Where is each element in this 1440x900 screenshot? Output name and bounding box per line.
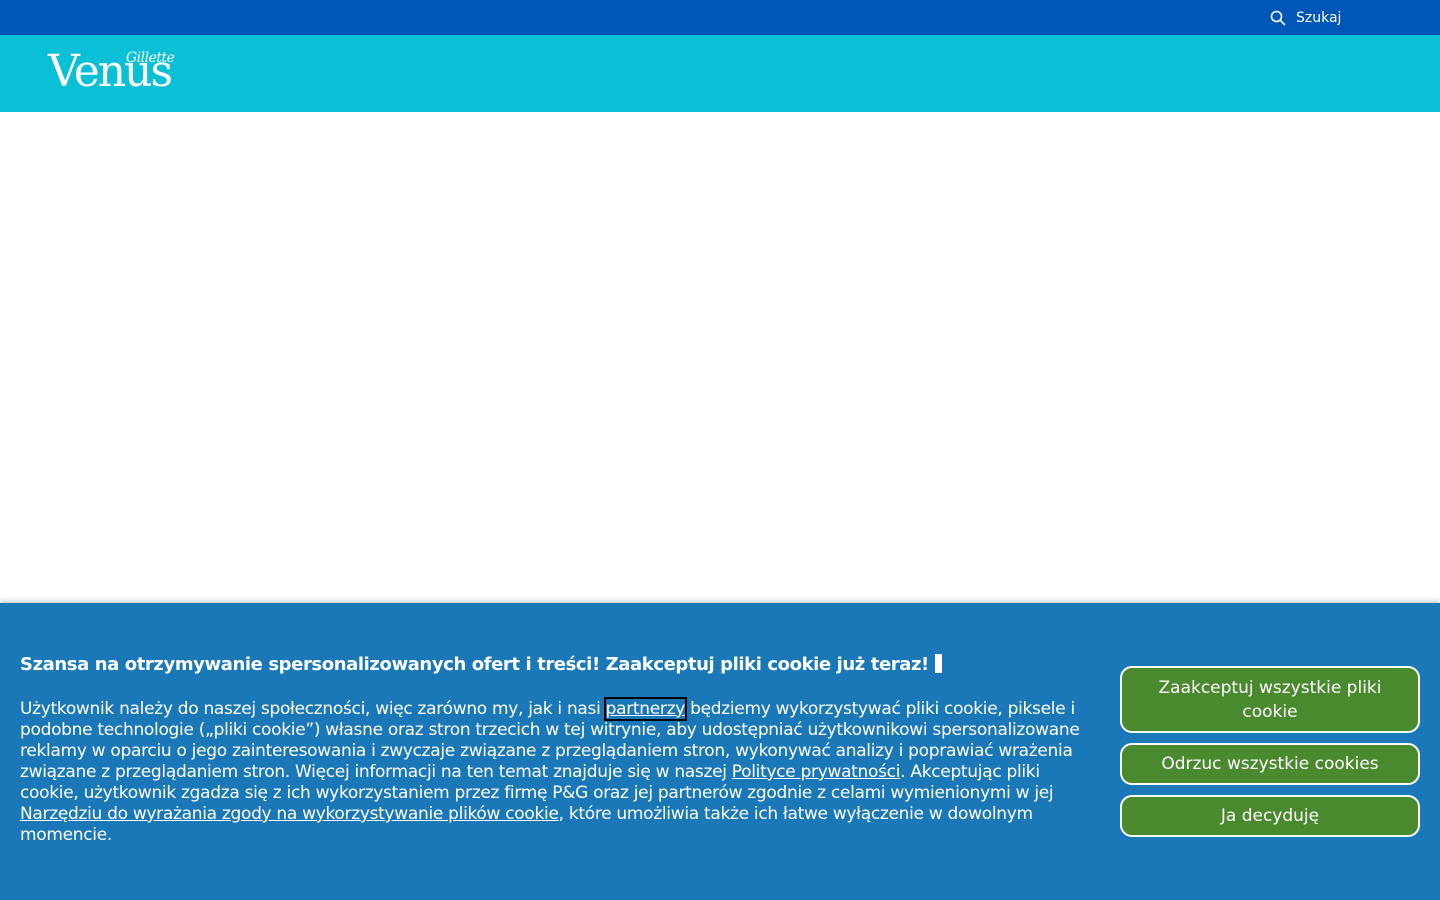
text-cursor	[934, 654, 942, 673]
partners-link[interactable]: partnerzy	[603, 697, 688, 721]
cookie-banner-title: Szansa na otrzymywanie spersonalizowanyc…	[20, 654, 942, 675]
logo-venus-text: Venus	[48, 46, 173, 97]
search-link[interactable]: Szukaj	[1270, 0, 1341, 35]
cookie-banner-description: Użytkownik należy do naszej społeczności…	[20, 697, 1080, 846]
main-content	[0, 112, 1440, 603]
cookie-consent-banner: Szansa na otrzymywanie spersonalizowanyc…	[0, 603, 1440, 900]
accept-all-cookies-button[interactable]: Zaakceptuj wszystkie pliki cookie	[1120, 666, 1420, 733]
cookie-title-text: Szansa na otrzymywanie spersonalizowanyc…	[20, 654, 929, 675]
reject-all-cookies-button[interactable]: Odrzuc wszystkie cookies	[1120, 743, 1420, 785]
site-header: Gillette Venus	[0, 35, 1440, 112]
cookie-consent-tool-link[interactable]: Narzędziu do wyrażania zgody na wykorzys…	[20, 804, 559, 824]
gillette-venus-logo[interactable]: Gillette Venus	[48, 47, 188, 103]
top-utility-bar: Szukaj	[0, 0, 1440, 35]
privacy-policy-link[interactable]: Polityce prywatności	[732, 762, 901, 782]
cookie-settings-button[interactable]: Ja decyduję	[1120, 795, 1420, 837]
cookie-text-part1: Użytkownik należy do naszej społeczności…	[20, 699, 606, 719]
search-icon	[1270, 10, 1286, 26]
search-label: Szukaj	[1296, 9, 1342, 26]
